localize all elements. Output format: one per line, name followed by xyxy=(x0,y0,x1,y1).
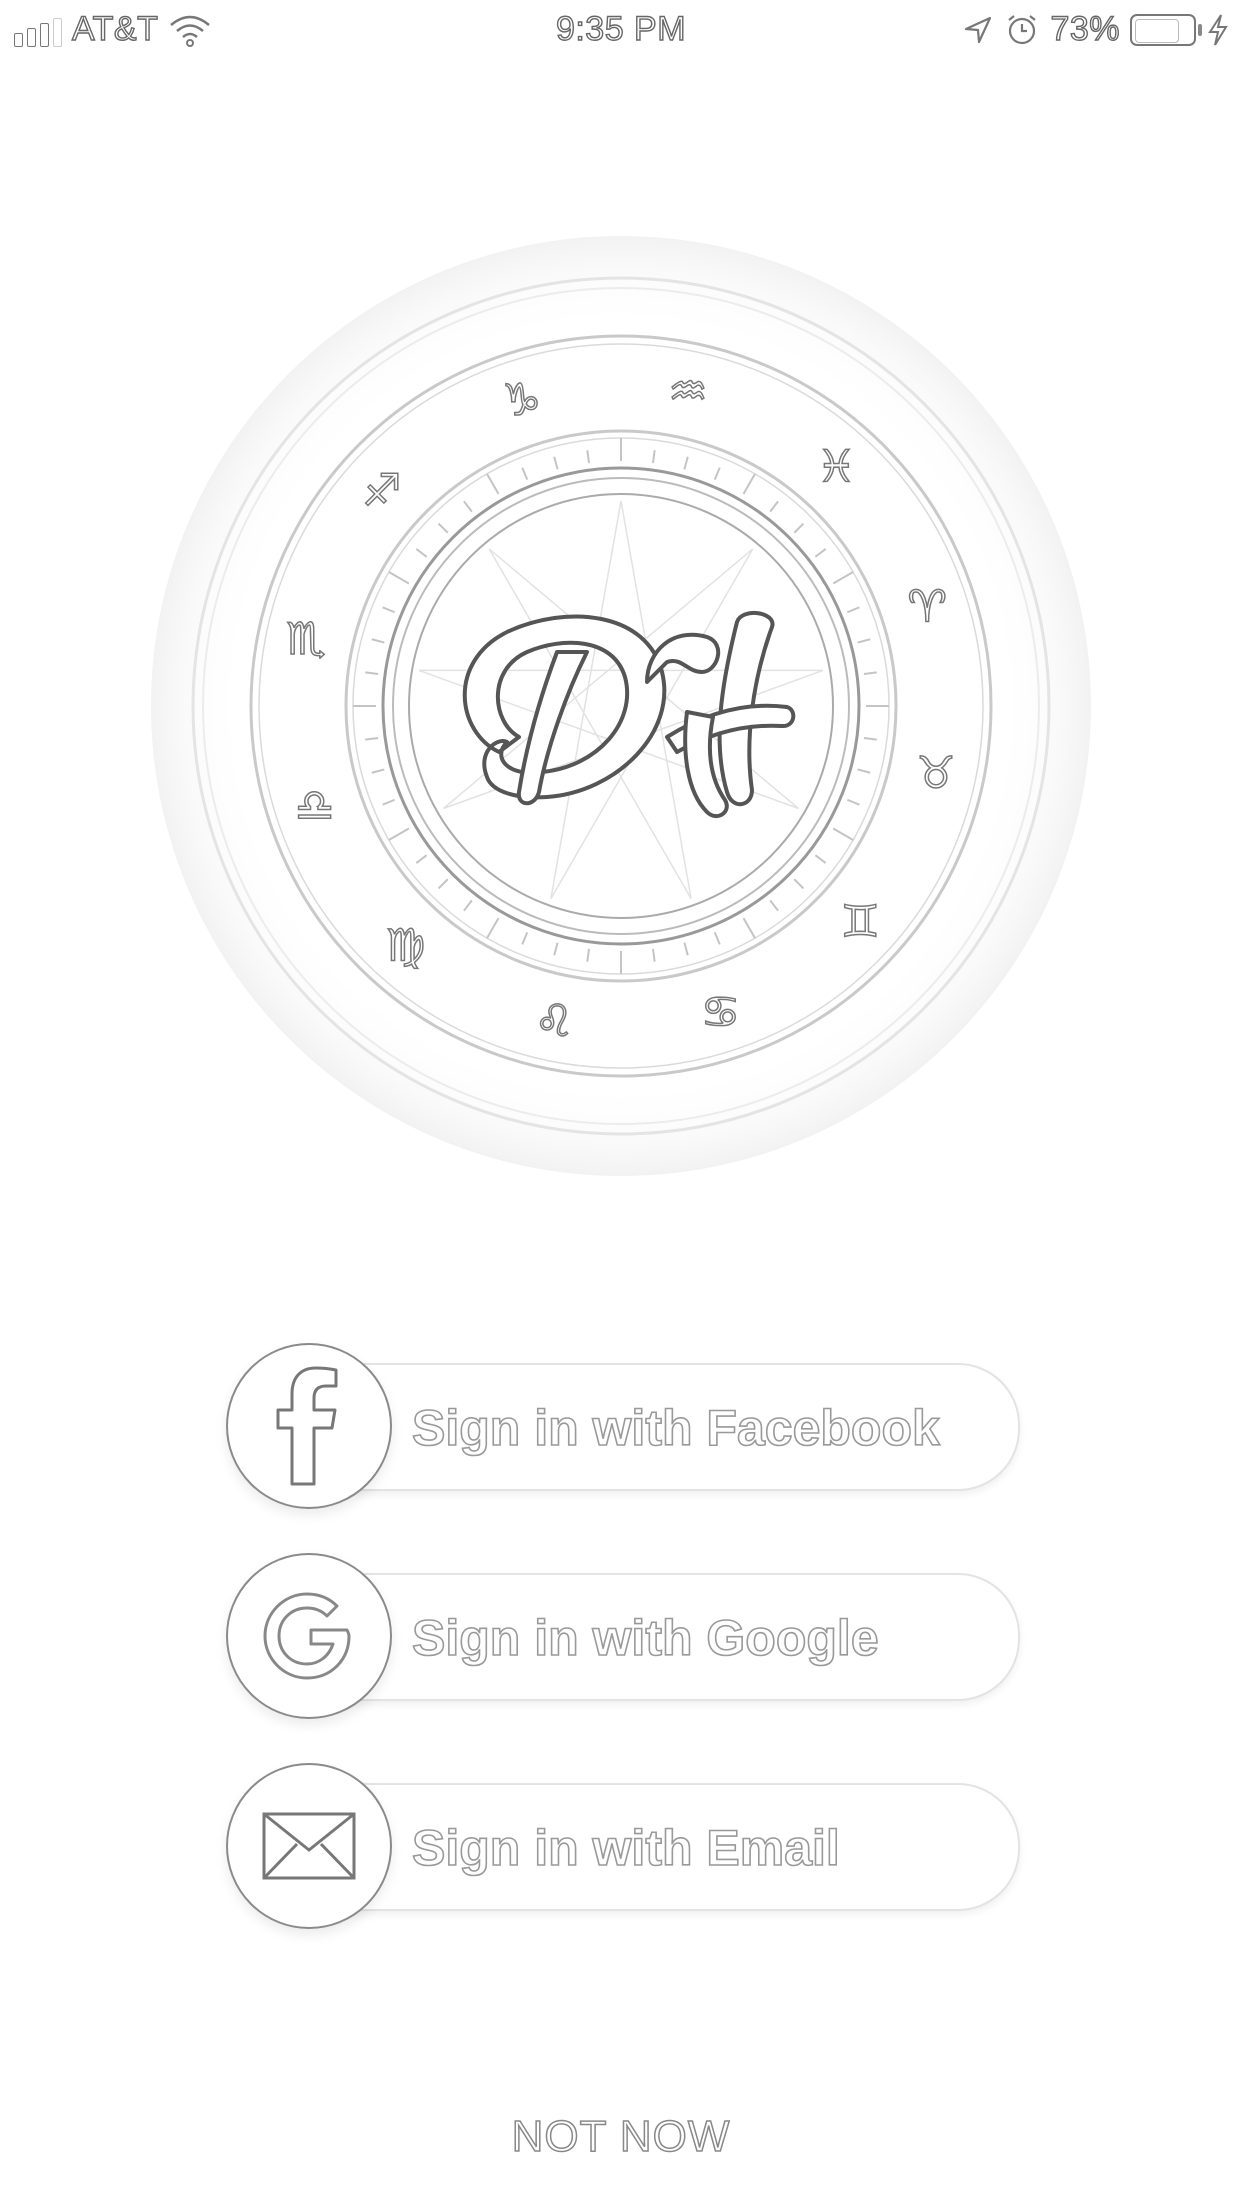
zodiac-sign-icon: ♍ xyxy=(386,920,425,971)
signin-facebook-label[interactable]: Sign in with Facebook xyxy=(411,1399,940,1457)
battery-percent: 73% xyxy=(1050,9,1120,48)
signin-google-label[interactable]: Sign in with Google xyxy=(411,1609,879,1667)
google-g-icon[interactable] xyxy=(226,1553,392,1719)
zodiac-sign-icon: ♈ xyxy=(908,581,947,632)
status-right: 73% xyxy=(962,9,1230,49)
zodiac-sign-icon: ♌ xyxy=(534,996,573,1047)
signin-options: Sign in with Facebook Sign in with Googl… xyxy=(226,1343,1020,1973)
dh-zodiac-logo: ♑ ♒ ♓ ♈ ♉ ♊ ♋ ♌ ♍ ♎ ♏ ♐ xyxy=(147,232,1095,1180)
outer-glow xyxy=(151,236,1091,1176)
facebook-f-icon[interactable] xyxy=(226,1343,392,1509)
not-now-button[interactable]: NOT NOW xyxy=(0,2111,1242,2162)
zodiac-sign-icon: ♑ xyxy=(502,375,541,426)
envelope-icon[interactable] xyxy=(226,1763,392,1929)
signin-email-label[interactable]: Sign in with Email xyxy=(411,1819,840,1877)
zodiac-sign-icon: ♒ xyxy=(668,366,707,417)
signin-google-button[interactable]: Sign in with Google xyxy=(226,1553,1020,1721)
zodiac-sign-icon: ♋ xyxy=(701,987,740,1038)
signin-facebook-button[interactable]: Sign in with Facebook xyxy=(226,1343,1020,1511)
zodiac-sign-icon: ♐ xyxy=(362,466,401,517)
logo-graphic: ♑ ♒ ♓ ♈ ♉ ♊ ♋ ♌ ♍ ♎ ♏ ♐ xyxy=(151,236,1091,1176)
facebook-f-glyph xyxy=(276,1366,338,1486)
battery-icon xyxy=(1130,13,1202,46)
google-g-glyph xyxy=(263,1592,351,1680)
location-arrow-icon xyxy=(965,16,992,43)
signin-email-button[interactable]: Sign in with Email xyxy=(226,1763,1020,1931)
envelope-glyph xyxy=(262,1812,356,1880)
status-bar: AT&T 9:35 PM 73% xyxy=(0,0,1242,62)
charging-bolt-icon xyxy=(1208,13,1228,46)
alarm-clock-icon xyxy=(1008,14,1037,44)
login-screen: AT&T 9:35 PM 73% ♑ ♒ ♓ ♈ ♉ ♊ ♋ ♌ ♍ ♎ ♏ ♐… xyxy=(0,0,1242,2208)
zodiac-sign-icon: ♊ xyxy=(841,896,880,947)
zodiac-sign-icon: ♎ xyxy=(295,781,334,832)
zodiac-sign-icon: ♏ xyxy=(286,614,325,665)
zodiac-sign-icon: ♉ xyxy=(916,748,955,799)
zodiac-sign-icon: ♓ xyxy=(817,442,856,493)
